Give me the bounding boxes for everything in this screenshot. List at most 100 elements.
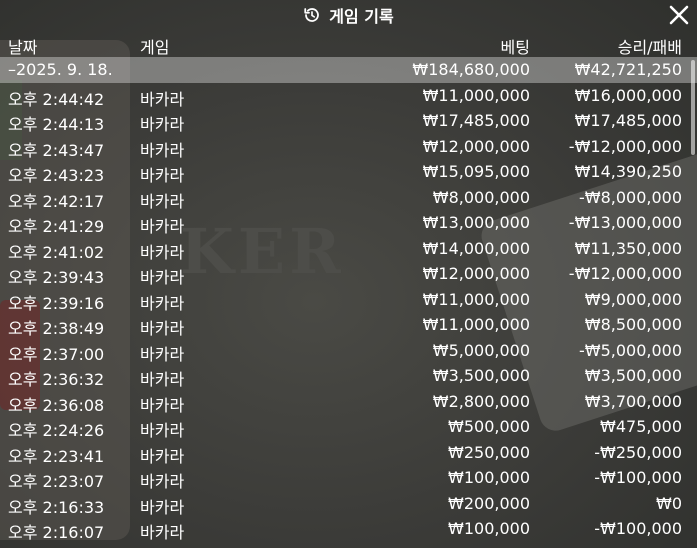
panel-title-text: 게임 기록: [329, 7, 394, 26]
history-rows: 오후 2:44:42 바카라 ₩11,000,000 ₩16,000,000 오후 2:…: [0, 83, 697, 543]
row-result: ₩17,485,000: [574, 111, 682, 130]
row-bet: ₩11,000,000: [422, 289, 530, 309]
row-time: 오후 2:42:17: [8, 191, 105, 211]
history-table: –2025. 9. 18. ₩184,680,000 ₩42,721,250 오…: [0, 57, 697, 542]
history-icon: [304, 8, 320, 22]
row-result: -₩12,000,000: [568, 264, 682, 283]
row-bet: ₩100,000: [448, 519, 530, 538]
row-time: 오후 2:16:07: [8, 523, 105, 542]
column-header-date: 날짜: [8, 38, 38, 57]
table-row[interactable]: 오후 2:39:43 바카라 ₩12,000,000 -₩12,000,000: [0, 261, 697, 287]
table-row[interactable]: 오후 2:43:23 바카라 ₩15,095,000 ₩14,390,250: [0, 159, 697, 185]
row-result: ₩16,000,000: [574, 85, 682, 105]
row-result: ₩8,500,000: [584, 315, 682, 334]
row-bet: ₩3,500,000: [432, 366, 530, 385]
panel-title: 게임 기록: [303, 3, 394, 27]
table-row[interactable]: 오후 2:16:33 바카라 ₩200,000 ₩0: [0, 491, 697, 517]
scrollbar-thumb[interactable]: [691, 60, 695, 155]
row-result: -₩100,000: [594, 519, 682, 538]
row-time: 오후 2:44:13: [8, 115, 105, 134]
row-time: 오후 2:38:49: [8, 319, 105, 338]
table-row[interactable]: 오후 2:38:49 바카라 ₩11,000,000 ₩8,500,000: [0, 312, 697, 338]
row-time: 오후 2:23:07: [8, 472, 105, 491]
summary-date: –2025. 9. 18.: [8, 60, 113, 79]
row-bet: ₩12,000,000: [422, 264, 530, 283]
table-row[interactable]: 오후 2:36:32 바카라 ₩3,500,000 ₩3,500,000: [0, 363, 697, 389]
row-game: 바카라: [140, 268, 185, 287]
row-game: 바카라: [140, 344, 185, 364]
row-result: ₩3,500,000: [584, 366, 682, 385]
table-row[interactable]: 오후 2:23:41 바카라 ₩250,000 -₩250,000: [0, 440, 697, 466]
row-game: 바카라: [140, 319, 185, 338]
row-bet: ₩15,095,000: [422, 162, 530, 181]
row-bet: ₩11,000,000: [422, 315, 530, 334]
row-game: 바카라: [140, 446, 185, 466]
row-game: 바카라: [140, 89, 185, 109]
row-bet: ₩2,800,000: [432, 391, 530, 411]
date-summary-row[interactable]: –2025. 9. 18. ₩184,680,000 ₩42,721,250: [0, 57, 697, 83]
row-game: 바카라: [140, 472, 185, 491]
row-game: 바카라: [140, 497, 185, 517]
game-history-panel: 게임 기록 날짜 게임 베팅 승리/패배 –2025. 9. 18. ₩184,…: [0, 0, 697, 548]
row-game: 바카라: [140, 115, 185, 134]
close-icon[interactable]: [667, 3, 691, 27]
row-bet: ₩250,000: [448, 442, 530, 462]
table-row[interactable]: 오후 2:44:42 바카라 ₩11,000,000 ₩16,000,000: [0, 83, 697, 109]
row-time: 오후 2:39:43: [8, 268, 105, 287]
row-result: -₩12,000,000: [568, 136, 682, 156]
table-row[interactable]: 오후 2:16:07 바카라 ₩100,000 -₩100,000: [0, 516, 697, 542]
row-time: 오후 2:39:16: [8, 293, 105, 313]
column-header-bet: 베팅: [500, 38, 530, 57]
column-header-result: 승리/패배: [617, 38, 682, 57]
table-row[interactable]: 오후 2:41:29 바카라 ₩13,000,000 -₩13,000,000: [0, 210, 697, 236]
column-header-game: 게임: [140, 38, 170, 57]
row-time: 오후 2:24:26: [8, 421, 105, 440]
row-game: 바카라: [140, 395, 185, 415]
row-result: ₩0: [656, 493, 682, 513]
row-result: -₩5,000,000: [578, 340, 682, 360]
row-bet: ₩8,000,000: [432, 187, 530, 207]
table-row[interactable]: 오후 2:39:16 바카라 ₩11,000,000 ₩9,000,000: [0, 287, 697, 313]
row-game: 바카라: [140, 421, 185, 440]
row-result: ₩475,000: [600, 417, 682, 436]
row-time: 오후 2:43:47: [8, 140, 105, 160]
table-row[interactable]: 오후 2:41:02 바카라 ₩14,000,000 ₩11,350,000: [0, 236, 697, 262]
row-time: 오후 2:36:08: [8, 395, 105, 415]
table-row[interactable]: 오후 2:43:47 바카라 ₩12,000,000 -₩12,000,000: [0, 134, 697, 160]
row-game: 바카라: [140, 217, 185, 236]
row-bet: ₩14,000,000: [422, 238, 530, 258]
row-bet: ₩17,485,000: [422, 111, 530, 130]
row-bet: ₩500,000: [448, 417, 530, 436]
row-result: ₩11,350,000: [574, 238, 682, 258]
row-game: 바카라: [140, 242, 185, 262]
table-row[interactable]: 오후 2:42:17 바카라 ₩8,000,000 -₩8,000,000: [0, 185, 697, 211]
row-time: 오후 2:43:23: [8, 166, 105, 185]
table-header: 날짜 게임 베팅 승리/패배: [0, 31, 697, 57]
row-result: ₩3,700,000: [584, 391, 682, 411]
row-result: -₩8,000,000: [578, 187, 682, 207]
row-time: 오후 2:36:32: [8, 370, 105, 389]
row-result: -₩13,000,000: [568, 213, 682, 232]
row-bet: ₩100,000: [448, 468, 530, 487]
table-row[interactable]: 오후 2:23:07 바카라 ₩100,000 -₩100,000: [0, 465, 697, 491]
row-time: 오후 2:41:02: [8, 242, 105, 262]
row-result: ₩14,390,250: [574, 162, 682, 181]
row-result: -₩250,000: [594, 442, 682, 462]
row-game: 바카라: [140, 370, 185, 389]
row-time: 오후 2:37:00: [8, 344, 105, 364]
row-result: ₩9,000,000: [584, 289, 682, 309]
row-time: 오후 2:44:42: [8, 89, 105, 109]
row-bet: ₩12,000,000: [422, 136, 530, 156]
table-row[interactable]: 오후 2:37:00 바카라 ₩5,000,000 -₩5,000,000: [0, 338, 697, 364]
table-row[interactable]: 오후 2:24:26 바카라 ₩500,000 ₩475,000: [0, 414, 697, 440]
row-bet: ₩13,000,000: [422, 213, 530, 232]
summary-bet-total: ₩184,680,000: [412, 60, 530, 79]
row-game: 바카라: [140, 523, 185, 542]
row-game: 바카라: [140, 293, 185, 313]
row-game: 바카라: [140, 140, 185, 160]
table-row[interactable]: 오후 2:44:13 바카라 ₩17,485,000 ₩17,485,000: [0, 108, 697, 134]
row-bet: ₩11,000,000: [422, 85, 530, 105]
row-time: 오후 2:16:33: [8, 497, 105, 517]
table-row[interactable]: 오후 2:36:08 바카라 ₩2,800,000 ₩3,700,000: [0, 389, 697, 415]
row-time: 오후 2:41:29: [8, 217, 105, 236]
